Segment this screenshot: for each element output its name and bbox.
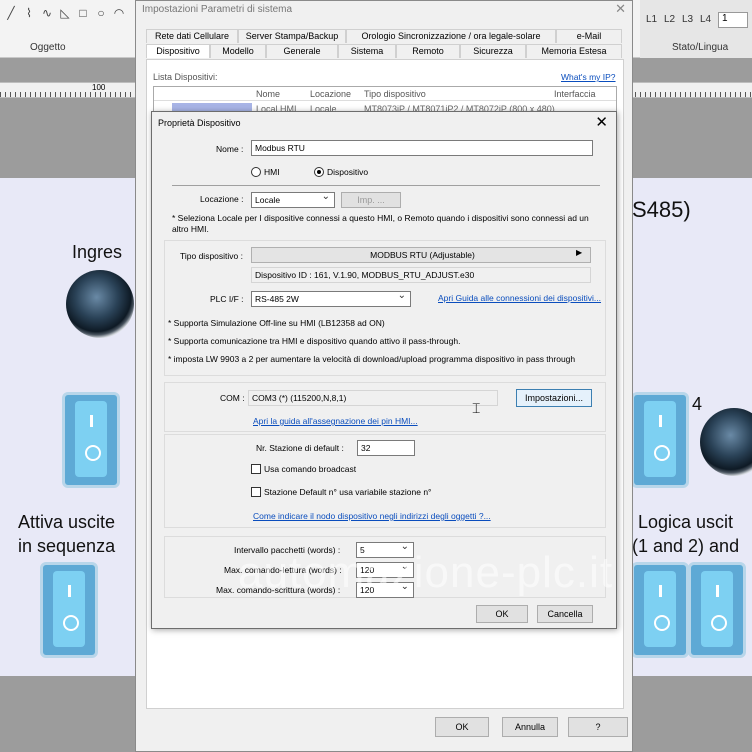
tab-modello[interactable]: Modello xyxy=(210,44,266,58)
arc-tool-icon[interactable]: ◠ xyxy=(112,6,126,20)
table-header-row: Nome Locazione Tipo dispositivo Interfac… xyxy=(154,87,616,101)
number-4-label: 4 xyxy=(692,394,703,414)
indicator-lamp[interactable] xyxy=(66,270,134,338)
dialog-title: Proprietà Dispositivo xyxy=(158,118,241,128)
tipo-dispositivo-select[interactable]: MODBUS RTU (Adjustable) xyxy=(251,247,591,263)
tab-remoto[interactable]: Remoto xyxy=(396,44,460,58)
locazione-select[interactable]: Locale xyxy=(251,192,335,208)
ok-button[interactable]: OK xyxy=(435,717,489,737)
close-icon[interactable]: ✕ xyxy=(595,113,608,131)
com-field: COM3 (*) (115200,N,8,1) xyxy=(248,390,498,406)
stazione-label: Nr. Stazione di default : xyxy=(256,443,344,453)
ruler-label: 100 xyxy=(92,83,106,92)
polygon-tool-icon[interactable]: ◺ xyxy=(58,6,72,20)
nome-label: Nome : xyxy=(216,144,244,154)
toggle-switch[interactable] xyxy=(631,562,689,658)
plc-if-select[interactable]: RS-485 2W xyxy=(251,291,411,307)
stazione-input[interactable]: 32 xyxy=(357,440,415,456)
imp-button[interactable]: Imp. ... xyxy=(341,192,401,208)
separator xyxy=(172,185,600,186)
indicator-lamp[interactable] xyxy=(700,408,752,476)
watermark: automazione-plc.it xyxy=(238,548,614,597)
tab-rete-cellulare[interactable]: Rete dati Cellulare xyxy=(146,29,238,43)
mouse-cursor-icon: ⌶ xyxy=(472,400,481,416)
tab-memoria-estesa[interactable]: Memoria Estesa xyxy=(526,44,622,58)
device-id-field: Dispositivo ID : 161, V.1.90, MODBUS_RTU… xyxy=(251,267,591,283)
tab-row-1: Rete dati Cellulare Server Stampa/Backup… xyxy=(146,29,622,43)
toggle-switch[interactable] xyxy=(62,392,120,488)
stazione-variabile-label: Stazione Default n° usa variabile stazio… xyxy=(264,487,432,497)
broadcast-label: Usa comando broadcast xyxy=(264,464,357,474)
whats-my-ip-link[interactable]: What's my IP? xyxy=(561,72,616,82)
tab-sicurezza[interactable]: Sicurezza xyxy=(460,44,526,58)
guida-connessioni-link[interactable]: Apri Guida alle connessioni dei disposit… xyxy=(438,293,601,303)
language-panel: L1 L2 L3 L4 1 Stato/Lingua xyxy=(640,0,752,58)
plc-if-label: PLC I/F : xyxy=(210,294,244,304)
pin-guide-link[interactable]: Apri la guida all'assegnazione dei pin H… xyxy=(253,416,418,426)
column-header[interactable]: Nome xyxy=(256,89,280,99)
locazione-label: Locazione : xyxy=(200,194,244,204)
tipo-dispositivo-label: Tipo dispositivo : xyxy=(180,251,243,261)
radio-dispositivo[interactable] xyxy=(314,167,324,177)
tab-row-2: Dispositivo Modello Generale Sistema Rem… xyxy=(146,44,622,58)
group-oggetto-label: Oggetto xyxy=(30,42,66,53)
tab-generale[interactable]: Generale xyxy=(266,44,338,58)
note-lw9903: * imposta LW 9903 a 2 per aumentare la v… xyxy=(168,354,576,364)
toggle-switch[interactable] xyxy=(40,562,98,658)
tab-email[interactable]: e-Mail xyxy=(556,29,622,43)
lang-number-input[interactable]: 1 xyxy=(718,12,748,28)
rectangle-tool-icon[interactable]: □ xyxy=(76,6,90,20)
freehand-tool-icon[interactable]: ∿ xyxy=(40,6,54,20)
note-pass-through: * Supporta comunicazione tra HMI e dispo… xyxy=(168,336,461,346)
tipo-dispositivo-value: MODBUS RTU (Adjustable) xyxy=(370,250,475,260)
circle-tool-icon[interactable]: ○ xyxy=(94,6,108,20)
tab-sistema[interactable]: Sistema xyxy=(338,44,396,58)
radio-dispositivo-label: Dispositivo xyxy=(327,167,369,177)
broadcast-checkbox[interactable] xyxy=(251,464,261,474)
window-title: Impostazioni Parametri di sistema xyxy=(142,4,293,15)
tab-dispositivo[interactable]: Dispositivo xyxy=(146,44,210,58)
rs485-label: S485) xyxy=(632,197,691,222)
lang-button-l1[interactable]: L1 xyxy=(646,14,657,25)
attiva-uscite-label: Attiva uscite in sequenza xyxy=(18,512,116,556)
tab-orologio[interactable]: Orologio Sincronizzazione / ora legale-s… xyxy=(346,29,556,43)
polyline-tool-icon[interactable]: ⌇ xyxy=(22,6,36,20)
close-icon[interactable]: ✕ xyxy=(615,1,626,17)
com-label: COM : xyxy=(220,393,245,403)
toggle-switch[interactable] xyxy=(688,562,746,658)
help-button[interactable]: ? xyxy=(568,717,628,737)
radio-hmi[interactable] xyxy=(251,167,261,177)
column-header[interactable]: Tipo dispositivo xyxy=(364,89,426,99)
impostazioni-button[interactable]: Impostazioni... xyxy=(516,389,592,407)
column-header[interactable]: Locazione xyxy=(310,89,351,99)
logica-uscite-label: Logica uscit (1 and 2) and xyxy=(632,512,740,556)
device-list-label: Lista Dispositivi: xyxy=(153,72,218,82)
nome-input[interactable]: Modbus RTU xyxy=(251,140,593,156)
arrow-right-icon[interactable]: ▶ xyxy=(576,248,582,257)
ingressi-label: Ingres xyxy=(72,242,123,262)
tab-server-stampa[interactable]: Server Stampa/Backup xyxy=(238,29,346,43)
lang-button-l4[interactable]: L4 xyxy=(700,14,711,25)
toggle-switch[interactable] xyxy=(631,392,689,488)
lang-button-l2[interactable]: L2 xyxy=(664,14,675,25)
line-tool-icon[interactable]: ╱ xyxy=(4,6,18,20)
group-stato-label: Stato/Lingua xyxy=(672,42,729,53)
stazione-variabile-checkbox[interactable] xyxy=(251,487,261,497)
radio-hmi-label: HMI xyxy=(264,167,280,177)
annulla-button[interactable]: Annulla xyxy=(502,717,558,737)
lang-button-l3[interactable]: L3 xyxy=(682,14,693,25)
indirizzo-nodo-link[interactable]: Come indicare il nodo dispositivo negli … xyxy=(253,511,491,521)
note-simulazione: * Supporta Simulazione Off-line su HMI (… xyxy=(168,318,385,328)
ok-button[interactable]: OK xyxy=(476,605,528,623)
locazione-note: * Seleziona Locale per I dispositive con… xyxy=(172,213,589,234)
column-header[interactable]: Interfaccia xyxy=(554,89,596,99)
cancella-button[interactable]: Cancella xyxy=(537,605,593,623)
